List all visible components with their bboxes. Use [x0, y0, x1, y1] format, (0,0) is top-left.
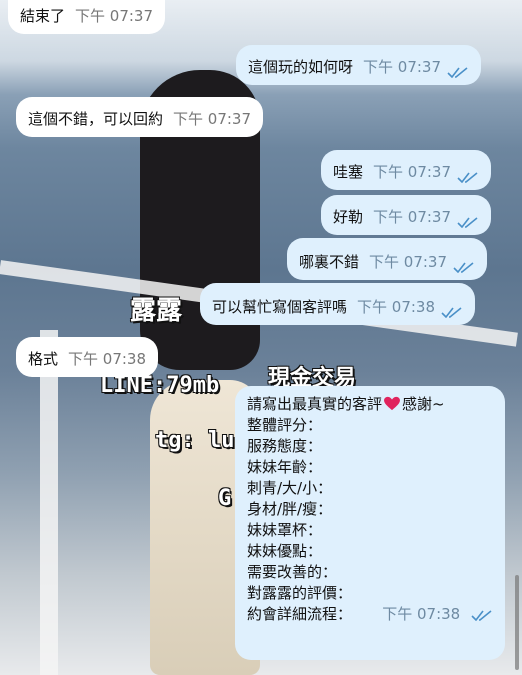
message-time: 下午 07:37 — [363, 58, 442, 76]
message-time: 下午 07:37 — [373, 208, 452, 226]
watermark-letter: G — [218, 486, 232, 511]
message-time: 下午 07:38 — [357, 298, 436, 316]
double-check-icon — [457, 172, 478, 183]
message-text: 哇塞 — [333, 163, 364, 181]
template-line: 需要改善的： — [247, 563, 338, 581]
template-line: 刺青/大/小： — [247, 479, 333, 497]
message-outgoing-review-template[interactable]: 請寫出最真實的客評 感謝~ 整體評分： 服務態度： 妹妹年齡： 刺青/大/小： 身… — [235, 386, 505, 660]
double-check-icon — [457, 217, 478, 228]
message-time: 下午 07:37 — [373, 163, 452, 181]
message-time: 下午 07:37 — [369, 253, 448, 271]
template-line: 身材/胖/瘦： — [247, 500, 333, 518]
heart-icon — [384, 396, 400, 411]
message-outgoing[interactable]: 哪裏不錯 下午 07:37 — [287, 238, 488, 280]
message-time: 下午 07:38 — [382, 605, 461, 623]
message-time: 下午 07:37 — [173, 110, 252, 128]
message-time: 下午 07:37 — [75, 7, 154, 25]
double-check-icon — [471, 609, 492, 621]
template-line: 妹妹優點： — [247, 542, 323, 560]
message-incoming[interactable]: 這個不錯，可以回約 下午 07:37 — [16, 97, 264, 137]
message-text: 結束了 — [20, 7, 66, 25]
wallpaper-railing-post — [40, 330, 58, 675]
template-line: 妹妹年齡： — [247, 458, 323, 476]
template-line: 對露露的評價： — [247, 584, 353, 602]
double-check-icon — [453, 262, 474, 273]
double-check-icon — [441, 307, 462, 318]
watermark-name: 露露 — [130, 296, 183, 326]
message-outgoing[interactable]: 可以幫忙寫個客評嗎 下午 07:38 — [200, 283, 476, 325]
message-outgoing[interactable]: 這個玩的如何呀 下午 07:37 — [236, 45, 482, 85]
template-line: 整體評分： — [247, 416, 323, 434]
message-incoming[interactable]: 格式 下午 07:38 — [16, 337, 159, 377]
watermark-tg: tg: lu — [155, 428, 235, 453]
message-outgoing[interactable]: 好勒 下午 07:37 — [321, 195, 492, 235]
message-text: 格式 — [28, 350, 59, 368]
message-text: 這個玩的如何呀 — [248, 58, 354, 76]
message-text: 可以幫忙寫個客評嗎 — [212, 298, 348, 316]
message-incoming[interactable]: 結束了 下午 07:37 — [8, 0, 166, 34]
template-line: 請寫出最真實的客評 感謝~ — [247, 395, 445, 413]
message-text: 這個不錯，可以回約 — [28, 110, 164, 128]
message-text: 好勒 — [333, 208, 364, 226]
message-text: 哪裏不錯 — [299, 253, 360, 271]
message-outgoing[interactable]: 哇塞 下午 07:37 — [321, 150, 492, 190]
chat-scrollbar[interactable] — [515, 575, 519, 670]
template-line: 妹妹罩杯： — [247, 521, 323, 539]
message-time: 下午 07:38 — [68, 350, 147, 368]
template-line: 約會詳細流程： — [247, 605, 353, 623]
double-check-icon — [447, 67, 468, 78]
template-line: 服務態度： — [247, 437, 323, 455]
